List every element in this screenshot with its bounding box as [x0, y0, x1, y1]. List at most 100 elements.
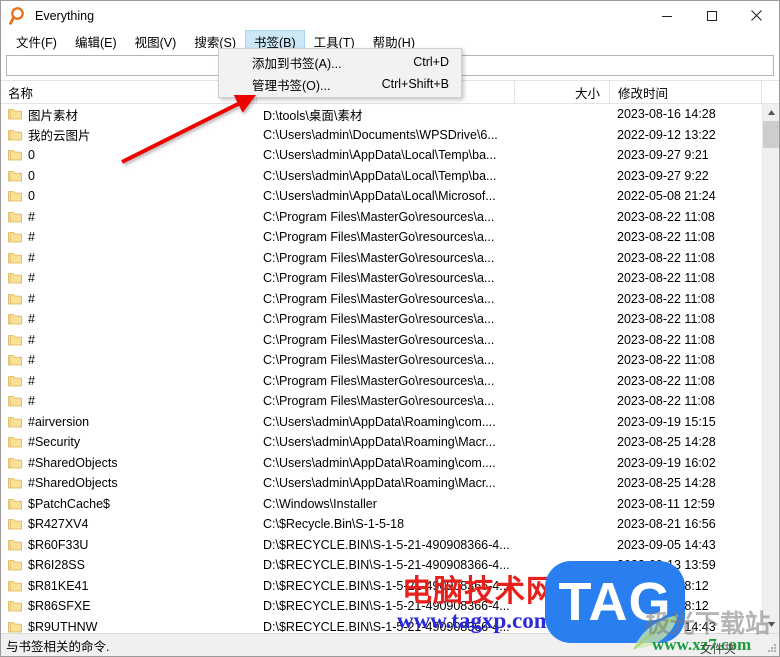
table-row[interactable]: 0 C:\Users\admin\AppData\Local\Microsof..… — [1, 186, 762, 207]
cell-date: 2023-09-06 8:12 — [617, 599, 709, 614]
status-bar: 与书签相关的命令. — [1, 633, 779, 656]
column-header-date[interactable]: 修改时间 — [609, 81, 761, 103]
table-row[interactable]: #airversion C:\Users\admin\AppData\Roamin… — [1, 412, 762, 433]
cell-date: 2023-08-21 16:56 — [617, 517, 716, 532]
cell-name: #SharedObjects — [1, 456, 256, 470]
status-text: 与书签相关的命令. — [6, 639, 110, 654]
cell-path: C:\Users\admin\AppData\Local\Temp\ba... — [263, 168, 497, 183]
scroll-down-icon[interactable] — [763, 616, 779, 633]
table-row[interactable]: # C:\Program Files\MasterGo\resources\a..… — [1, 248, 762, 269]
folder-icon — [8, 272, 22, 284]
table-row[interactable]: $R9UTHNW D:\$RECYCLE.BIN\S-1-5-21-4909083… — [1, 617, 762, 633]
table-row[interactable]: $R81KE41 D:\$RECYCLE.BIN\S-1-5-21-4909083… — [1, 576, 762, 597]
folder-icon — [8, 211, 22, 223]
table-row[interactable]: $PatchCache$ C:\Windows\Installer 2023-08-… — [1, 494, 762, 515]
menu-item-manage-bookmarks-shortcut: Ctrl+Shift+B — [381, 77, 449, 91]
cell-path: C:\Users\admin\AppData\Roaming\Macr... — [263, 476, 496, 491]
cell-date: 2023-09-27 9:22 — [617, 168, 709, 183]
cell-name-text: $R6I28SS — [28, 558, 85, 573]
table-row[interactable]: $R427XV4 C:\$Recycle.Bin\S-1-5-18 2023-08-… — [1, 514, 762, 535]
table-row[interactable]: $R60F33U D:\$RECYCLE.BIN\S-1-5-21-4909083… — [1, 535, 762, 556]
cell-name: $R60F33U — [1, 538, 256, 552]
folder-icon — [8, 375, 22, 387]
cell-name-text: # — [28, 353, 35, 368]
results-list[interactable]: 图片素材 D:\tools\桌面\素材 2023-08-16 14:28 我的云图片 C… — [1, 104, 762, 633]
menu-item-manage-bookmarks-label: 管理书签(O)... — [252, 78, 331, 93]
table-row[interactable]: #SharedObjects C:\Users\admin\AppData\Roa… — [1, 473, 762, 494]
cell-path: C:\Program Files\MasterGo\resources\a... — [263, 209, 495, 224]
folder-icon — [8, 108, 22, 120]
cell-path: C:\Program Files\MasterGo\resources\a... — [263, 271, 495, 286]
cell-name-text: $PatchCache$ — [28, 496, 111, 511]
table-row[interactable]: # C:\Program Files\MasterGo\resources\a..… — [1, 391, 762, 412]
table-row[interactable]: $R86SFXE D:\$RECYCLE.BIN\S-1-5-21-4909083… — [1, 596, 762, 617]
menu-view[interactable]: 视图(V) — [126, 30, 186, 52]
cell-name: # — [1, 271, 256, 285]
table-row[interactable]: 0 C:\Users\admin\AppData\Local\Temp\ba...… — [1, 166, 762, 187]
table-row[interactable]: 0 C:\Users\admin\AppData\Local\Temp\ba...… — [1, 145, 762, 166]
cell-path: C:\Users\admin\AppData\Roaming\com.... — [263, 455, 496, 470]
results-area: 图片素材 D:\tools\桌面\素材 2023-08-16 14:28 我的云图片 C… — [1, 104, 779, 633]
minimize-button[interactable] — [644, 1, 689, 30]
folder-icon — [8, 559, 22, 571]
table-row[interactable]: # C:\Program Files\MasterGo\resources\a..… — [1, 268, 762, 289]
menu-file[interactable]: 文件(F) — [7, 30, 66, 52]
cell-name-text: #airversion — [28, 414, 90, 429]
table-row[interactable]: 我的云图片 C:\Users\admin\Documents\WPSDrive\6… — [1, 125, 762, 146]
title-bar: Everything — [1, 1, 779, 30]
bookmarks-dropdown-menu[interactable]: 添加到书签(A)... Ctrl+D 管理书签(O)... Ctrl+Shift… — [218, 48, 462, 98]
table-row[interactable]: # C:\Program Files\MasterGo\resources\a..… — [1, 309, 762, 330]
cell-date: 2023-08-22 11:08 — [617, 209, 715, 224]
folder-icon — [8, 190, 22, 202]
cell-name: #Security — [1, 435, 256, 449]
cell-path: C:\Windows\Installer — [263, 496, 377, 511]
cell-name: 0 — [1, 148, 256, 162]
cell-name: #SharedObjects — [1, 476, 256, 490]
folder-icon — [8, 170, 22, 182]
menu-item-add-bookmark[interactable]: 添加到书签(A)... Ctrl+D — [219, 51, 461, 73]
cell-name: # — [1, 353, 256, 367]
column-header-size[interactable]: 大小 — [514, 81, 609, 103]
cell-name: # — [1, 312, 256, 326]
close-button[interactable] — [734, 1, 779, 30]
table-row[interactable]: # C:\Program Files\MasterGo\resources\a..… — [1, 289, 762, 310]
cell-path: C:\Users\admin\AppData\Roaming\Macr... — [263, 435, 496, 450]
cell-date: 2023-09-05 14:43 — [617, 619, 716, 633]
table-row[interactable]: #Security C:\Users\admin\AppData\Roaming\… — [1, 432, 762, 453]
cell-path: C:\Program Files\MasterGo\resources\a... — [263, 230, 495, 245]
cell-name: $R9UTHNW — [1, 620, 256, 633]
table-row[interactable]: # C:\Program Files\MasterGo\resources\a..… — [1, 350, 762, 371]
maximize-button[interactable] — [689, 1, 734, 30]
vertical-scrollbar[interactable] — [762, 104, 779, 633]
cell-date: 2023-09-27 9:21 — [617, 148, 709, 163]
cell-date: 2022-05-08 21:24 — [617, 189, 716, 204]
scrollbar-track[interactable] — [763, 121, 779, 616]
folder-icon — [8, 436, 22, 448]
table-row[interactable]: # C:\Program Files\MasterGo\resources\a..… — [1, 227, 762, 248]
cell-path: C:\Program Files\MasterGo\resources\a... — [263, 394, 495, 409]
cell-path: C:\Program Files\MasterGo\resources\a... — [263, 373, 495, 388]
cell-name-text: 0 — [28, 168, 35, 183]
scrollbar-thumb[interactable] — [763, 121, 779, 148]
table-row[interactable]: # C:\Program Files\MasterGo\resources\a..… — [1, 371, 762, 392]
cell-name-text: # — [28, 291, 35, 306]
table-row[interactable]: $R6I28SS D:\$RECYCLE.BIN\S-1-5-21-4909083… — [1, 555, 762, 576]
cell-name-text: 0 — [28, 148, 35, 163]
table-row[interactable]: # C:\Program Files\MasterGo\resources\a..… — [1, 330, 762, 351]
menu-item-manage-bookmarks[interactable]: 管理书签(O)... Ctrl+Shift+B — [219, 73, 461, 95]
scroll-up-icon[interactable] — [763, 104, 779, 121]
folder-icon — [8, 395, 22, 407]
menu-item-add-bookmark-label: 添加到书签(A)... — [252, 56, 342, 71]
folder-icon — [8, 334, 22, 346]
resize-grip-icon[interactable] — [765, 642, 777, 654]
table-row[interactable]: #SharedObjects C:\Users\admin\AppData\Roa… — [1, 453, 762, 474]
table-row[interactable]: 图片素材 D:\tools\桌面\素材 2023-08-16 14:28 — [1, 104, 762, 125]
cell-name-text: # — [28, 250, 35, 265]
cell-path: C:\Users\admin\AppData\Local\Microsof... — [263, 189, 496, 204]
table-row[interactable]: # C:\Program Files\MasterGo\resources\a..… — [1, 207, 762, 228]
cell-name-text: $R86SFXE — [28, 599, 91, 614]
menu-edit[interactable]: 编辑(E) — [66, 30, 126, 52]
cell-date: 2023-09-13 13:59 — [617, 558, 716, 573]
cell-path: C:\Users\admin\AppData\Local\Temp\ba... — [263, 148, 497, 163]
cell-name: $R427XV4 — [1, 517, 256, 531]
